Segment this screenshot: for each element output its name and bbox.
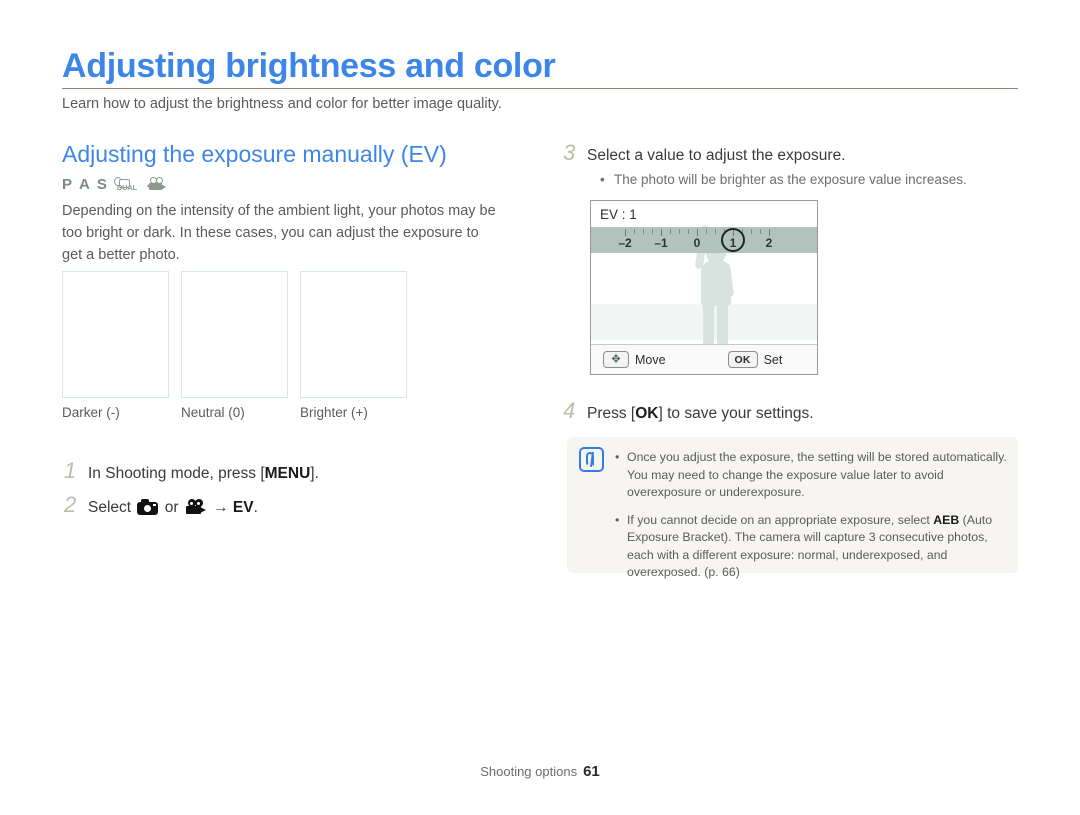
dual-is-label: DUAL [116, 182, 137, 192]
ev-tick-label-zero: 0 [693, 236, 701, 250]
step-2-pre: Select [88, 499, 136, 516]
movie-camera-icon [185, 499, 207, 515]
note-item-text: If you cannot decide on an appropriate e… [627, 512, 1007, 582]
step-1-post: ]. [310, 465, 319, 482]
manual-page: Adjusting brightness and color Learn how… [0, 0, 1080, 815]
step-2: 2 Select or → EV. [64, 494, 258, 519]
footer-section: Shooting options [480, 764, 578, 779]
sample-caption-brighter: Brighter (+) [300, 405, 368, 420]
step-3-bullet: • The photo will be brighter as the expos… [600, 170, 967, 190]
aeb-label: AEB [933, 512, 960, 527]
footer-page-number: 61 [583, 763, 600, 780]
note-item-text: Once you adjust the exposure, the settin… [627, 450, 1007, 499]
mode-a-icon: A [79, 175, 90, 193]
dpad-icon[interactable]: ✥ [603, 351, 629, 368]
camera-icon [137, 499, 159, 515]
page-subtitle: Learn how to adjust the brightness and c… [62, 96, 502, 112]
note-pen-icon [579, 447, 604, 472]
intro-paragraph: Depending on the intensity of the ambien… [62, 203, 496, 263]
ev-selected-marker [721, 228, 745, 252]
ev-tick-label-two: 2 [765, 236, 773, 250]
page-title: Adjusting brightness and color [62, 47, 556, 85]
step-4-pre: Press [ [587, 405, 636, 422]
sample-image-brighter [300, 271, 407, 398]
sample-caption-neutral: Neutral (0) [181, 405, 245, 420]
mode-p-icon: P [62, 175, 73, 193]
lcd-set-group[interactable]: OK Set [727, 351, 783, 368]
step-2-arrow: → [208, 499, 233, 516]
ok-key-icon[interactable]: OK [727, 351, 758, 368]
step-4-number: 4 [563, 398, 576, 423]
lcd-ev-value: EV : 1 [600, 207, 637, 222]
step-2-post: . [253, 499, 258, 516]
section-title: Adjusting the exposure manually (EV) [62, 141, 447, 167]
step-2-text: Select or → EV. [88, 497, 258, 519]
ev-tick-label-minus1: –1 [654, 236, 668, 250]
step-3-bullet-text: The photo will be brighter as the exposu… [614, 172, 967, 187]
bullet-dot: • [600, 172, 605, 187]
step-3-text: Select a value to adjust the exposure. [587, 147, 846, 164]
note-item: • If you cannot decide on an appropriate… [615, 512, 1007, 582]
mode-s-icon: S [96, 175, 107, 193]
ev-tick-label-minus2: –2 [618, 236, 632, 250]
step-4-text: Press [OK] to save your settings. [587, 403, 814, 425]
step-3-number: 3 [563, 140, 576, 165]
lcd-move-group[interactable]: ✥ Move [603, 351, 666, 368]
step-1-text: In Shooting mode, press [MENU]. [88, 463, 319, 485]
page-footer: Shooting options 61 [0, 763, 1080, 780]
step-1: 1 In Shooting mode, press [MENU]. [64, 460, 319, 485]
note-box: • Once you adjust the exposure, the sett… [567, 437, 1018, 579]
bullet-dot: • [615, 450, 620, 464]
note-list: • Once you adjust the exposure, the sett… [615, 449, 1007, 592]
step-2-number: 2 [64, 492, 77, 517]
movie-mode-icon [146, 176, 169, 192]
dpad-glyph: ✥ [611, 353, 621, 365]
mode-icon-row: P A S DUAL [62, 174, 169, 194]
step-1-pre: In Shooting mode, press [ [88, 465, 265, 482]
lcd-move-label: Move [635, 352, 666, 367]
step-2-or: or [160, 499, 183, 516]
bullet-dot: • [615, 512, 620, 527]
ev-scale-bar[interactable]: –2 –1 0 1 2 [591, 227, 817, 253]
title-divider [62, 88, 1018, 89]
ok-button-label: OK [635, 405, 659, 422]
step-3: 3 Select a value to adjust the exposure. [563, 142, 846, 167]
lcd-set-label: Set [763, 352, 783, 367]
camera-lcd-preview: EV : 1 –2 –1 0 1 2 ✥ Move OK Set [590, 200, 818, 375]
step-4: 4 Press [OK] to save your settings. [563, 400, 814, 425]
step-1-number: 1 [64, 458, 77, 483]
menu-button-label: MENU [264, 465, 311, 482]
sample-image-darker [62, 271, 169, 398]
lcd-button-bar: ✥ Move OK Set [591, 344, 817, 374]
sample-image-neutral [181, 271, 288, 398]
dual-is-icon: DUAL [113, 176, 140, 193]
step-4-post: ] to save your settings. [658, 405, 814, 422]
ev-menu-label: EV [232, 499, 254, 516]
note-item: • Once you adjust the exposure, the sett… [615, 449, 1007, 502]
sample-caption-darker: Darker (-) [62, 405, 120, 420]
note-item-pre: If you cannot decide on an appropriate e… [627, 512, 934, 527]
